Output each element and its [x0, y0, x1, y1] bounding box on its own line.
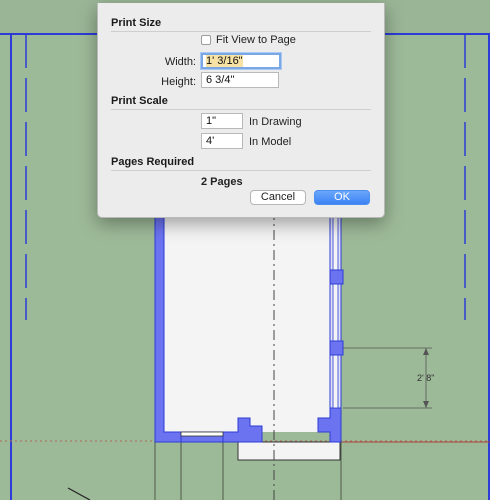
width-field[interactable]: 1' 3/16"	[201, 53, 281, 69]
fit-view-checkbox[interactable]	[201, 35, 211, 45]
height-label: Height:	[161, 76, 196, 88]
print-scale-heading: Print Scale	[111, 95, 168, 107]
model-scale-field[interactable]: 4'	[201, 133, 243, 149]
divider	[111, 109, 371, 110]
room-interior	[164, 210, 330, 432]
print-size-heading: Print Size	[111, 17, 162, 29]
print-size-dialog: Print Size Fit View to Page Width: 1' 3/…	[97, 3, 385, 218]
height-field[interactable]: 6 3/4"	[201, 72, 279, 88]
in-model-label: In Model	[249, 136, 292, 148]
in-drawing-label: In Drawing	[249, 116, 302, 128]
cancel-button[interactable]: Cancel	[250, 190, 306, 205]
dimension-label: 2' 8"	[417, 373, 434, 383]
fit-view-label: Fit View to Page	[216, 34, 296, 46]
wall-tick-1	[329, 269, 344, 285]
pages-required-heading: Pages Required	[111, 156, 195, 168]
drawing-scale-field[interactable]: 1"	[201, 113, 243, 129]
width-label: Width:	[164, 56, 196, 68]
fit-view-checkbox-row[interactable]: Fit View to Page	[201, 34, 296, 46]
divider	[111, 170, 371, 171]
wall-strip-right-inner	[332, 209, 339, 409]
wall-tick-2	[329, 340, 344, 356]
pages-required-value: 2 Pages	[201, 176, 243, 188]
ok-button[interactable]: OK	[314, 190, 370, 205]
divider	[111, 31, 371, 32]
room-extension	[237, 441, 341, 461]
door-opening	[180, 431, 224, 437]
width-value: 1' 3/16"	[206, 55, 243, 67]
